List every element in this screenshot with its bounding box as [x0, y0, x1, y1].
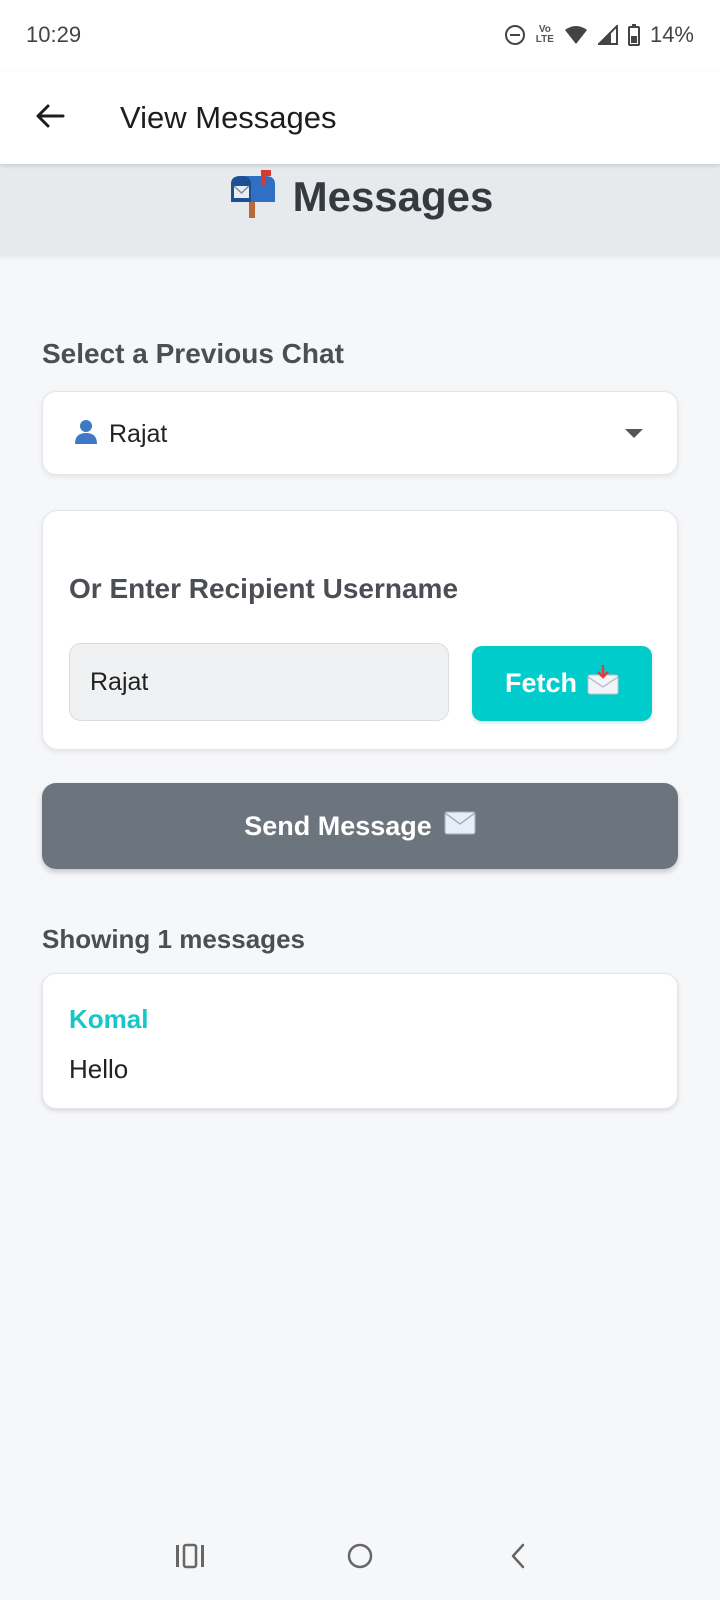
- page-header: Messages: [0, 164, 720, 256]
- status-icons: Vo LTE 14%: [504, 22, 694, 48]
- back-icon[interactable]: [496, 1534, 540, 1578]
- chevron-down-icon: [625, 429, 643, 438]
- recipient-label: Or Enter Recipient Username: [69, 573, 459, 604]
- do-not-disturb-icon: [504, 24, 526, 46]
- fetch-button[interactable]: Fetch: [472, 646, 652, 721]
- user-icon: [73, 418, 99, 451]
- recipient-username-input[interactable]: [69, 643, 449, 721]
- recipient-card: Or Enter Recipient Username Fetch: [42, 510, 678, 750]
- signal-icon: [597, 25, 618, 45]
- home-icon[interactable]: [338, 1534, 382, 1578]
- volte-icon: Vo LTE: [535, 24, 554, 45]
- incoming-envelope-icon: [587, 665, 619, 702]
- recent-apps-icon[interactable]: [168, 1534, 212, 1578]
- fetch-button-label: Fetch: [504, 668, 577, 698]
- status-bar: 10:29 Vo LTE 14%: [0, 0, 720, 72]
- previous-chat-label: Select a Previous Chat: [42, 338, 344, 369]
- message-sender: Komal: [69, 1004, 149, 1034]
- selected-chat-value: Rajat: [109, 420, 168, 448]
- app-bar: View Messages: [0, 72, 720, 164]
- previous-chat-select[interactable]: Rajat: [42, 391, 678, 475]
- message-item: Komal Hello: [42, 973, 678, 1109]
- arrow-left-icon: [36, 104, 65, 128]
- mailbox-icon: [227, 170, 279, 223]
- battery-icon: [627, 24, 640, 46]
- back-button[interactable]: [28, 94, 72, 138]
- appbar-title: View Messages: [120, 100, 337, 135]
- message-text: Hello: [69, 1054, 129, 1084]
- send-message-label: Send Message: [244, 810, 432, 841]
- envelope-icon: [444, 811, 476, 842]
- wifi-icon: [564, 25, 588, 45]
- system-nav-bar: [0, 1510, 720, 1600]
- send-message-button[interactable]: Send Message: [42, 783, 678, 869]
- battery-percent: 14%: [649, 22, 694, 47]
- messages-count: Showing 1 messages: [42, 924, 305, 954]
- page-title: Messages: [292, 172, 494, 220]
- status-time: 10:29: [26, 22, 82, 47]
